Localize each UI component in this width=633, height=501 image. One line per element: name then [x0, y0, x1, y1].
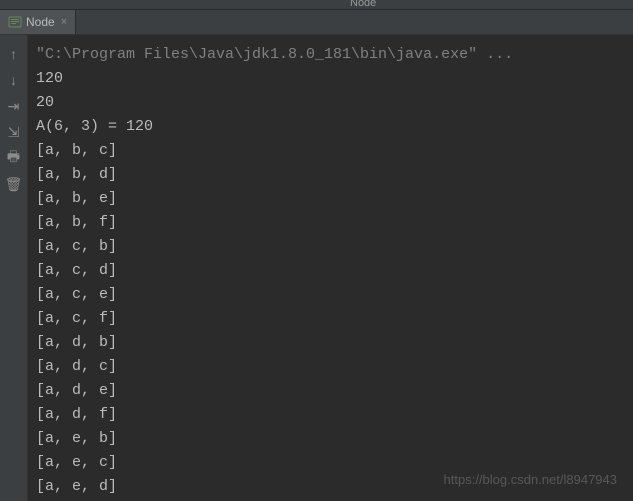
top-title: Node	[350, 0, 376, 9]
scroll-to-end-icon[interactable]: ⇲	[5, 123, 23, 141]
output-line: [a, b, d]	[36, 163, 625, 187]
tab-file-icon	[8, 15, 22, 29]
output-line: [a, b, f]	[36, 211, 625, 235]
output-line: [a, d, c]	[36, 355, 625, 379]
clear-all-icon[interactable]: 🗑	[5, 175, 23, 193]
up-icon[interactable]: ↑	[5, 45, 23, 63]
output-line: 120	[36, 67, 625, 91]
output-line: [a, d, e]	[36, 379, 625, 403]
main-area: ↑ ↓ ⇥ ⇲ 🖶 🗑 "C:\Program Files\Java\jdk1.…	[0, 35, 633, 501]
output-line: [a, d, b]	[36, 331, 625, 355]
output-line: [a, c, d]	[36, 259, 625, 283]
soft-wrap-icon[interactable]: ⇥	[5, 97, 23, 115]
tab-node[interactable]: Node ×	[0, 10, 76, 34]
top-bar: Node	[0, 0, 633, 10]
console-output[interactable]: "C:\Program Files\Java\jdk1.8.0_181\bin\…	[28, 35, 633, 501]
close-icon[interactable]: ×	[61, 16, 67, 28]
output-line: [a, c, f]	[36, 307, 625, 331]
output-line: [a, b, e]	[36, 187, 625, 211]
tab-bar: Node ×	[0, 10, 633, 35]
command-line: "C:\Program Files\Java\jdk1.8.0_181\bin\…	[36, 43, 625, 67]
print-icon[interactable]: 🖶	[5, 149, 23, 167]
down-icon[interactable]: ↓	[5, 71, 23, 89]
output-line: [a, b, c]	[36, 139, 625, 163]
gutter-toolbar: ↑ ↓ ⇥ ⇲ 🖶 🗑	[0, 35, 28, 501]
output-line: 20	[36, 91, 625, 115]
tab-label: Node	[26, 15, 55, 29]
output-line: [a, c, b]	[36, 235, 625, 259]
output-line: [a, e, b]	[36, 427, 625, 451]
output-line: A(6, 3) = 120	[36, 115, 625, 139]
watermark: https://blog.csdn.net/l8947943	[444, 472, 617, 487]
output-line: [a, c, e]	[36, 283, 625, 307]
output-line: [a, d, f]	[36, 403, 625, 427]
